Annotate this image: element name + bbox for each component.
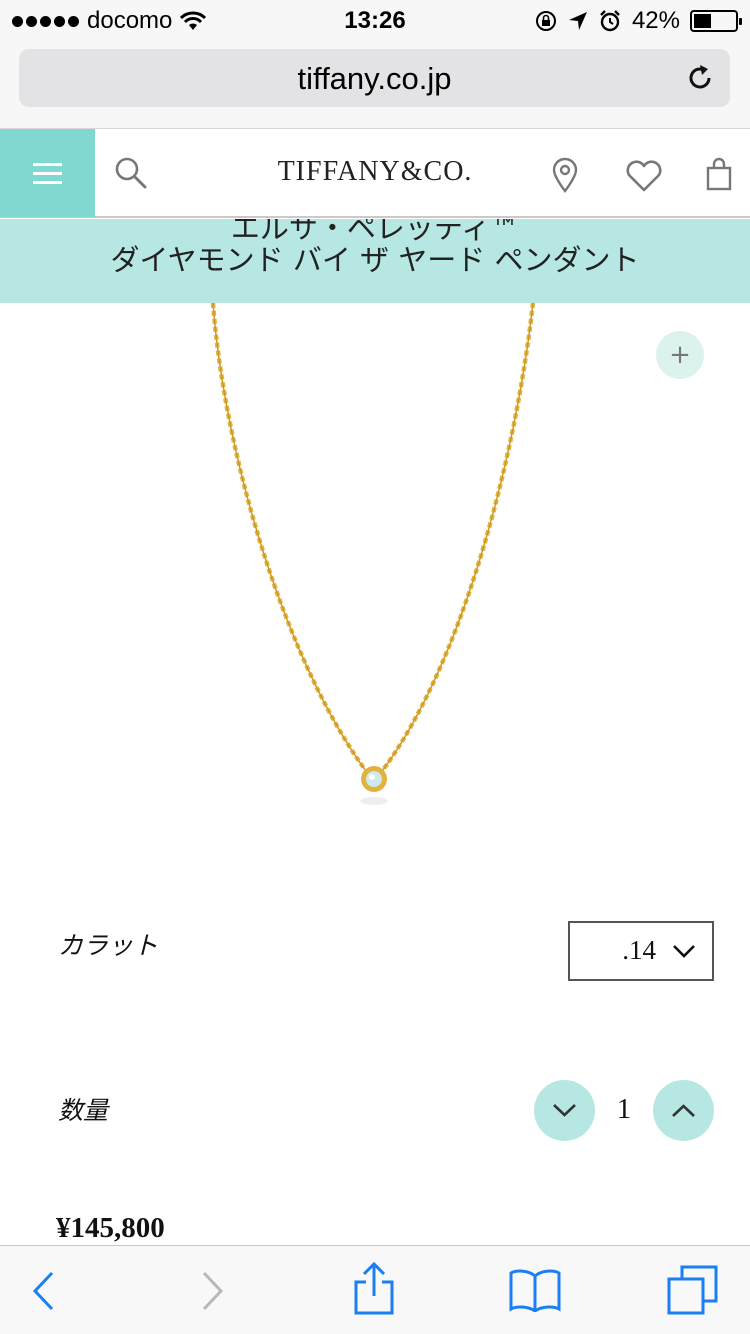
tabs-icon[interactable] [666, 1264, 720, 1316]
location-arrow-icon [568, 12, 587, 30]
bookmarks-icon[interactable] [508, 1268, 562, 1312]
carat-select[interactable]: .14 [568, 921, 714, 981]
quantity-increase-button[interactable] [653, 1080, 714, 1141]
store-locator-icon[interactable] [550, 157, 580, 193]
chevron-down-icon [673, 945, 695, 958]
chevron-up-icon [672, 1104, 695, 1117]
share-icon[interactable] [352, 1262, 396, 1316]
reload-icon[interactable] [684, 62, 716, 94]
chevron-down-icon [553, 1104, 576, 1117]
forward-icon[interactable] [198, 1270, 226, 1312]
quantity-label: 数量 [58, 1096, 109, 1125]
battery-fill [694, 14, 711, 28]
product-title-band: エルサ・ペレッティ™ ダイヤモンド バイ ザ ヤード ペンダント [0, 219, 750, 303]
carat-label: カラット [58, 931, 159, 960]
site-header: TIFFANY&CO. [0, 128, 750, 218]
back-icon[interactable] [30, 1270, 58, 1312]
product-image-necklace[interactable] [0, 303, 750, 863]
browser-toolbar [0, 1245, 750, 1334]
product-price: ¥145,800 [56, 1212, 165, 1244]
battery-percent: 42% [631, 7, 680, 34]
status-bar: docomo 13:26 42% [0, 0, 750, 40]
browser-address-area: tiffany.co.jp [0, 40, 750, 128]
carat-selected-value: .14 [622, 935, 656, 965]
address-bar[interactable]: tiffany.co.jp [19, 49, 730, 107]
wishlist-heart-icon[interactable] [625, 159, 663, 193]
rotation-lock-icon [535, 11, 556, 31]
status-right: 42% [534, 7, 742, 35]
shopping-bag-icon[interactable] [706, 157, 732, 191]
product-title: ダイヤモンド バイ ザ ヤード ペンダント [110, 243, 640, 277]
battery-icon [690, 10, 742, 32]
alarm-icon [600, 10, 620, 32]
quantity-value: 1 [616, 1093, 632, 1125]
zoom-button[interactable]: + [656, 331, 704, 379]
url-text[interactable]: tiffany.co.jp [19, 61, 730, 97]
quantity-decrease-button[interactable] [534, 1080, 595, 1141]
